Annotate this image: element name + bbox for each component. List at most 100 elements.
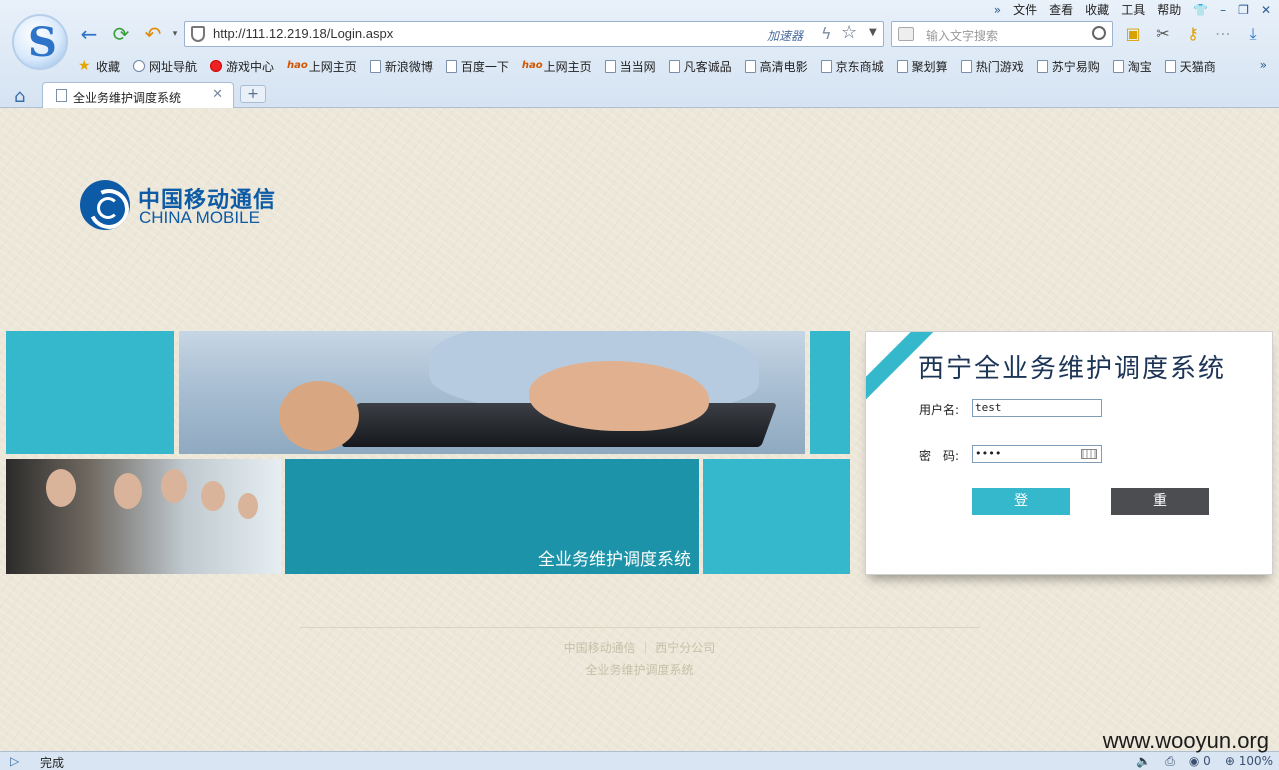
browser-logo-icon[interactable]	[12, 14, 68, 70]
volume-icon[interactable]: 🔈	[1136, 754, 1151, 769]
banner-tile-cyan-3	[703, 459, 850, 574]
fav-label: 淘宝	[1127, 59, 1152, 74]
fav-item-suning[interactable]: 苏宁易购	[1036, 57, 1100, 75]
status-bar: ▷ 完成 🔈 ⎙ ◉ 0 ⊕ 100%	[0, 751, 1279, 770]
page-icon	[960, 59, 972, 73]
page-icon	[1164, 59, 1176, 73]
page-icon	[1036, 59, 1048, 73]
fav-item-taobao[interactable]: 淘宝	[1112, 57, 1152, 75]
favorites-bar: ★ 收藏 网址导航 游戏中心 hao 上网主页 新浪微博 百度一下 hao 上网主页 …	[78, 57, 1229, 75]
fav-item-movie[interactable]: 高清电影	[744, 57, 808, 75]
favorites-more-icon[interactable]: »	[1260, 58, 1267, 72]
bookmark-star-icon[interactable]: ☆	[841, 22, 857, 43]
menu-more-icon[interactable]: »	[994, 2, 1001, 18]
fav-item-hao1[interactable]: hao 上网主页	[287, 57, 357, 75]
fav-item-nav[interactable]: 网址导航	[133, 57, 197, 75]
globe-icon	[133, 60, 146, 72]
skin-icon[interactable]: 👕	[1193, 2, 1208, 18]
back-icon[interactable]: ←	[78, 24, 100, 46]
clipboard-icon[interactable]: ▣	[1122, 24, 1144, 44]
accelerator-button[interactable]: 加速器	[767, 27, 803, 44]
fav-label: 苏宁易购	[1051, 59, 1100, 74]
scissors-icon[interactable]: ✂	[1152, 24, 1174, 44]
login-panel: 西宁全业务维护调度系统 用户名: test 密 码: •••• 登录 重置	[865, 331, 1273, 575]
fav-label: 游戏中心	[226, 59, 275, 74]
fav-item-game[interactable]: 游戏中心	[210, 57, 274, 75]
zoom-level[interactable]: ⊕ 100%	[1225, 754, 1273, 769]
address-dropdown-icon[interactable]: ▼	[869, 27, 877, 38]
fav-item-hotgames[interactable]: 热门游戏	[960, 57, 1024, 75]
page-icon	[744, 59, 756, 73]
undo-dropdown-icon[interactable]: ▾	[164, 24, 186, 46]
fav-label: 上网主页	[543, 59, 592, 74]
browser-chrome: » 文件 查看 收藏 工具 帮助 👕 – ❐ ✕ ← ⟳ ↶ ▾ http://…	[0, 0, 1279, 108]
login-button[interactable]: 登录	[972, 488, 1070, 536]
photo-detail	[238, 493, 258, 519]
address-url[interactable]: http://111.12.219.18/Login.aspx	[213, 26, 393, 41]
search-engine-icon[interactable]	[898, 27, 914, 41]
download-icon[interactable]: ⤓	[1242, 24, 1264, 44]
star-icon: ★	[78, 57, 91, 74]
restore-icon[interactable]: ❐	[1238, 2, 1249, 18]
fav-label: 收藏	[96, 59, 121, 74]
fav-item-shoucang[interactable]: ★ 收藏	[78, 57, 120, 75]
refresh-icon[interactable]: ⟳	[110, 24, 132, 46]
adblock-count[interactable]: ◉ 0	[1189, 754, 1211, 769]
lightning-icon[interactable]: ϟ	[821, 24, 832, 43]
fav-item-baidu[interactable]: 百度一下	[445, 57, 509, 75]
menu-help[interactable]: 帮助	[1157, 2, 1181, 18]
close-tab-icon[interactable]: ✕	[212, 87, 223, 102]
banner-tile-cyan-2	[810, 331, 850, 454]
page-icon	[369, 59, 381, 73]
keyboard-icon[interactable]	[1081, 449, 1097, 459]
fav-label: 高清电影	[759, 59, 808, 74]
game-icon	[210, 60, 223, 72]
fav-label: 热门游戏	[975, 59, 1024, 74]
fav-item-juhuasuan[interactable]: 聚划算	[896, 57, 948, 75]
banner-tile-cyan-1	[6, 331, 174, 454]
username-input[interactable]: test	[972, 399, 1102, 417]
fav-label: 上网主页	[308, 59, 357, 74]
fav-item-vancl[interactable]: 凡客诚品	[668, 57, 732, 75]
home-icon[interactable]: ⌂	[14, 86, 25, 107]
logo-text-en: CHINA MOBILE	[139, 208, 260, 227]
banner-photo-team	[6, 459, 281, 574]
fav-label: 聚划算	[911, 59, 948, 74]
page-icon	[896, 59, 908, 73]
menu-file[interactable]: 文件	[1013, 2, 1037, 18]
search-placeholder[interactable]: 输入文字搜索	[926, 27, 998, 44]
hao-icon: hao	[521, 59, 543, 71]
reset-button[interactable]: 重置	[1111, 488, 1209, 536]
page-icon	[668, 59, 680, 73]
fav-item-dangdang[interactable]: 当当网	[604, 57, 656, 75]
print-icon[interactable]: ⎙	[1165, 754, 1175, 769]
page-icon	[604, 59, 616, 73]
fav-item-tmall[interactable]: 天猫商	[1164, 57, 1216, 75]
banner-tile-teal: 全业务维护调度系统	[285, 459, 699, 574]
fav-label: 凡客诚品	[683, 59, 732, 74]
search-icon[interactable]	[1092, 26, 1106, 40]
photo-detail	[161, 469, 187, 503]
hao-icon: hao	[287, 59, 308, 71]
key-icon[interactable]: ⚷	[1182, 24, 1204, 44]
menu-tools[interactable]: 工具	[1121, 2, 1145, 18]
minimize-icon[interactable]: –	[1220, 2, 1226, 18]
undo-icon[interactable]: ↶	[142, 24, 164, 46]
new-tab-button[interactable]: +	[240, 85, 266, 103]
menu-view[interactable]: 查看	[1049, 2, 1073, 18]
password-label: 密 码:	[919, 449, 960, 463]
address-bar[interactable]: http://111.12.219.18/Login.aspx 加速器 ϟ ☆ …	[184, 21, 884, 47]
banner-system-name: 全业务维护调度系统	[538, 550, 691, 570]
password-input[interactable]: ••••	[972, 445, 1102, 463]
close-window-icon[interactable]: ✕	[1261, 2, 1271, 18]
photo-detail	[279, 381, 359, 451]
fav-item-jd[interactable]: 京东商城	[820, 57, 884, 75]
menu-favorites[interactable]: 收藏	[1085, 2, 1109, 18]
fav-item-hao2[interactable]: hao 上网主页	[522, 57, 592, 75]
fav-item-weibo[interactable]: 新浪微博	[369, 57, 433, 75]
search-box[interactable]: 输入文字搜索	[891, 21, 1113, 47]
sidebar-toggle-icon[interactable]: ▷	[10, 754, 19, 768]
more-options-icon[interactable]: ⋯	[1212, 24, 1234, 44]
status-right: 🔈 ⎙ ◉ 0 ⊕ 100%	[1136, 754, 1273, 769]
tab-active[interactable]: 全业务维护调度系统 ✕	[42, 82, 234, 108]
